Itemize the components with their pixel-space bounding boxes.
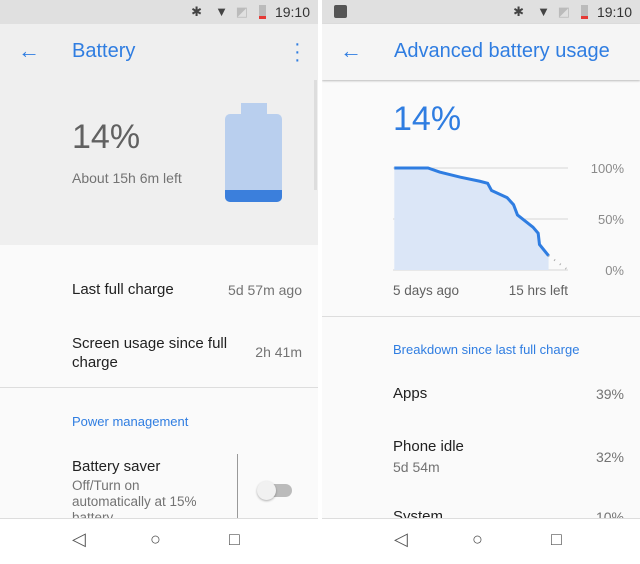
battery-level-icon [225, 114, 282, 202]
home-nav-icon[interactable]: ○ [150, 529, 161, 550]
last-full-charge-label: Last full charge [72, 281, 174, 298]
battery-screen: ✱ ▼ ◩ 19:10 ← Battery · · · 14% About 15h … [0, 0, 318, 564]
status-bar: ✱ ▼ ◩ 19:10 [0, 0, 318, 24]
back-arrow-icon[interactable]: ← [340, 38, 362, 64]
list-item-system[interactable]: System 10% [322, 505, 640, 518]
wifi-icon: ▼ [215, 4, 228, 19]
battery-percent: 14% [72, 118, 141, 156]
bluetooth-icon: ✱ [513, 4, 524, 19]
item-value: 10% [595, 509, 624, 518]
clock: 19:10 [596, 4, 632, 20]
last-full-charge-value: 5d 57m ago [228, 282, 302, 298]
recents-nav-icon[interactable]: □ [229, 529, 240, 550]
list-item-apps[interactable]: Apps 39% [322, 375, 640, 415]
no-sim-icon: ◩ [557, 4, 570, 19]
screen-usage-label: Screen usage since full charge [72, 335, 228, 371]
page-title: Battery [72, 40, 136, 62]
battery-status-icon [581, 5, 588, 19]
battery-history-chart: 100% 50% 0% 5 days ago 15 hrs left [393, 161, 625, 298]
page-title: Advanced battery usage [394, 40, 610, 62]
item-label: Apps [393, 385, 428, 402]
item-value: 39% [595, 386, 624, 402]
clock: 19:10 [274, 4, 310, 20]
image-notification-icon [334, 5, 347, 18]
status-bar: ✱ ▼ ◩ 19:10 [322, 0, 640, 24]
wifi-icon: ▼ [537, 4, 550, 19]
battery-level-fill [225, 189, 282, 202]
section-header: Breakdown since last full charge [393, 342, 580, 357]
no-sim-icon: ◩ [235, 4, 248, 19]
divider [237, 454, 238, 518]
battery-saver-label: Battery saver [72, 458, 161, 475]
back-nav-icon[interactable]: ◁ [394, 529, 408, 550]
scrollbar[interactable] [314, 80, 317, 190]
x-tick-label: 15 hrs left [509, 283, 569, 298]
y-tick-label: 0% [605, 263, 624, 278]
item-label: Phone idle [393, 438, 464, 455]
battery-cap [241, 103, 267, 114]
time-left: About 15h 6m left [72, 170, 182, 186]
chart-projection [547, 254, 569, 271]
x-tick-label: 5 days ago [393, 283, 459, 298]
bluetooth-icon: ✱ [191, 4, 202, 19]
advanced-battery-screen: ✱ ▼ ◩ 19:10 ← Advanced battery usage 14%… [322, 0, 640, 564]
section-header: Power management [72, 414, 189, 429]
home-nav-icon[interactable]: ○ [472, 529, 483, 550]
item-sub: 5d 54m [393, 459, 440, 475]
y-tick-label: 100% [591, 161, 625, 176]
app-bar: ← Battery · · · [0, 24, 318, 80]
back-nav-icon[interactable]: ◁ [72, 529, 86, 550]
battery-status-icon [259, 5, 266, 19]
recents-nav-icon[interactable]: □ [551, 529, 562, 550]
navigation-bar: ◁ ○ □ [322, 518, 640, 564]
screen-usage-value: 2h 41m [255, 344, 302, 360]
navigation-bar: ◁ ○ □ [0, 518, 318, 564]
divider [0, 387, 318, 388]
battery-percent: 14% [393, 100, 462, 138]
battery-saver-row[interactable]: Battery saver Off/Turn on automatically … [0, 450, 318, 525]
app-bar: ← Advanced battery usage [322, 24, 640, 80]
list-item-phone-idle[interactable]: Phone idle 5d 54m 32% [322, 430, 640, 480]
battery-header: 14% About 15h 6m left [0, 80, 318, 245]
back-arrow-icon[interactable]: ← [18, 38, 40, 64]
item-label: System [393, 508, 444, 518]
y-tick-label: 50% [598, 212, 624, 227]
toggle-thumb [257, 481, 276, 500]
battery-saver-toggle[interactable] [257, 481, 292, 500]
item-value: 32% [595, 449, 624, 465]
more-options-icon[interactable]: · · · [294, 34, 301, 70]
divider [322, 316, 640, 317]
